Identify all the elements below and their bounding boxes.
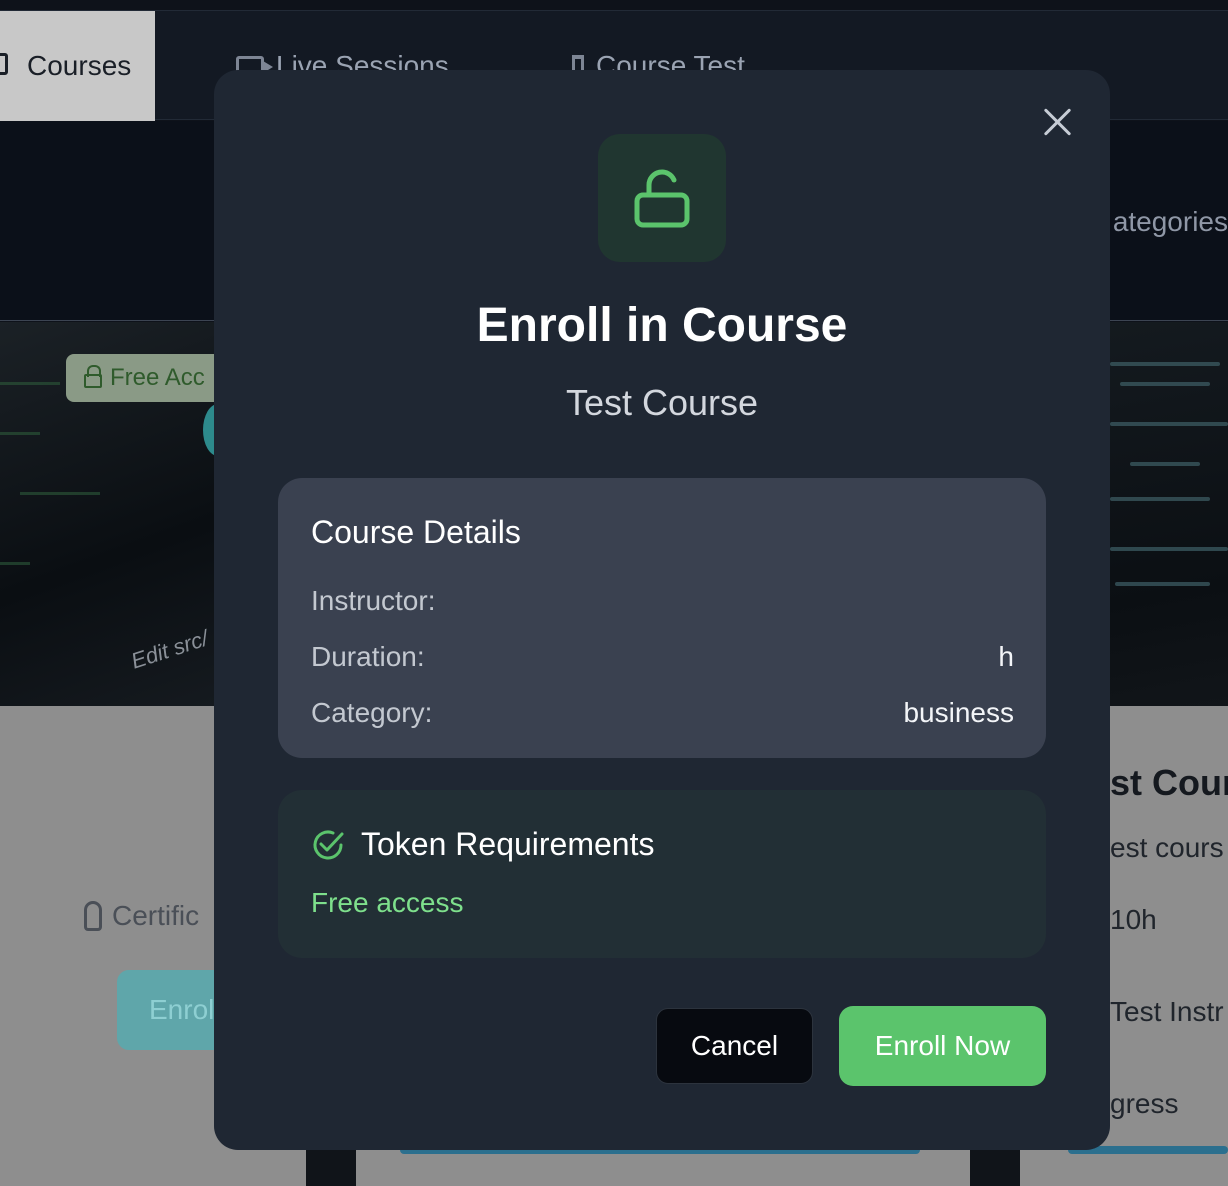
right-card-instructor: Test Instr xyxy=(1110,996,1224,1027)
certificate-label: Certific xyxy=(112,900,200,931)
categories-label: ategories xyxy=(1112,206,1228,237)
enroll-now-button[interactable]: Enroll Now xyxy=(839,1006,1046,1086)
modal-title: Enroll in Course xyxy=(476,299,848,352)
enroll-button-background[interactable]: Enrol xyxy=(117,970,227,1050)
tab-courses-label: Courses xyxy=(27,50,132,81)
right-card-description: est cours xyxy=(1110,832,1224,863)
token-requirements-panel: Token Requirements Free access xyxy=(278,790,1046,958)
detail-label: Category: xyxy=(311,697,433,728)
card-edge xyxy=(970,1150,1020,1186)
enroll-modal: Enroll in Course Test Course Course Deta… xyxy=(214,70,1110,1150)
certificate-info: Certific xyxy=(84,900,199,932)
course-details-heading: Course Details xyxy=(311,514,521,550)
card-edge xyxy=(306,1150,356,1186)
award-icon xyxy=(84,901,102,931)
course-name: Test Course xyxy=(565,382,759,423)
detail-row-duration: Duration: h xyxy=(311,629,1014,685)
detail-label: Duration: xyxy=(311,641,425,672)
detail-row-category: Category: business xyxy=(311,685,1014,741)
token-heading: Token Requirements xyxy=(361,826,655,862)
cancel-button[interactable]: Cancel xyxy=(656,1008,813,1084)
unlock-icon xyxy=(634,169,690,228)
close-icon[interactable] xyxy=(1042,106,1074,138)
free-access-badge: Free Acc xyxy=(66,354,226,402)
thumbnail-caption: Edit src/ xyxy=(127,625,212,674)
detail-row-instructor: Instructor: xyxy=(311,573,1014,629)
detail-value: business xyxy=(903,697,1014,728)
unlock-icon xyxy=(84,365,102,388)
course-thumbnail-right xyxy=(1110,322,1228,706)
unlock-icon-tile xyxy=(598,134,726,262)
token-value: Free access xyxy=(311,887,464,918)
check-circle-icon xyxy=(313,830,344,859)
tab-courses[interactable]: Courses xyxy=(0,11,155,121)
right-card-duration: 10h xyxy=(1110,904,1157,935)
book-icon xyxy=(0,53,8,75)
course-details-panel: Course Details Instructor: Duration: h C… xyxy=(278,478,1046,758)
detail-label: Instructor: xyxy=(311,585,436,616)
token-heading-row: Token Requirements xyxy=(311,826,1014,863)
detail-value: h xyxy=(998,641,1014,672)
badge-label: Free Acc xyxy=(110,364,205,391)
right-card-title: st Cour xyxy=(1110,762,1228,803)
right-card-progress: gress xyxy=(1110,1088,1179,1119)
